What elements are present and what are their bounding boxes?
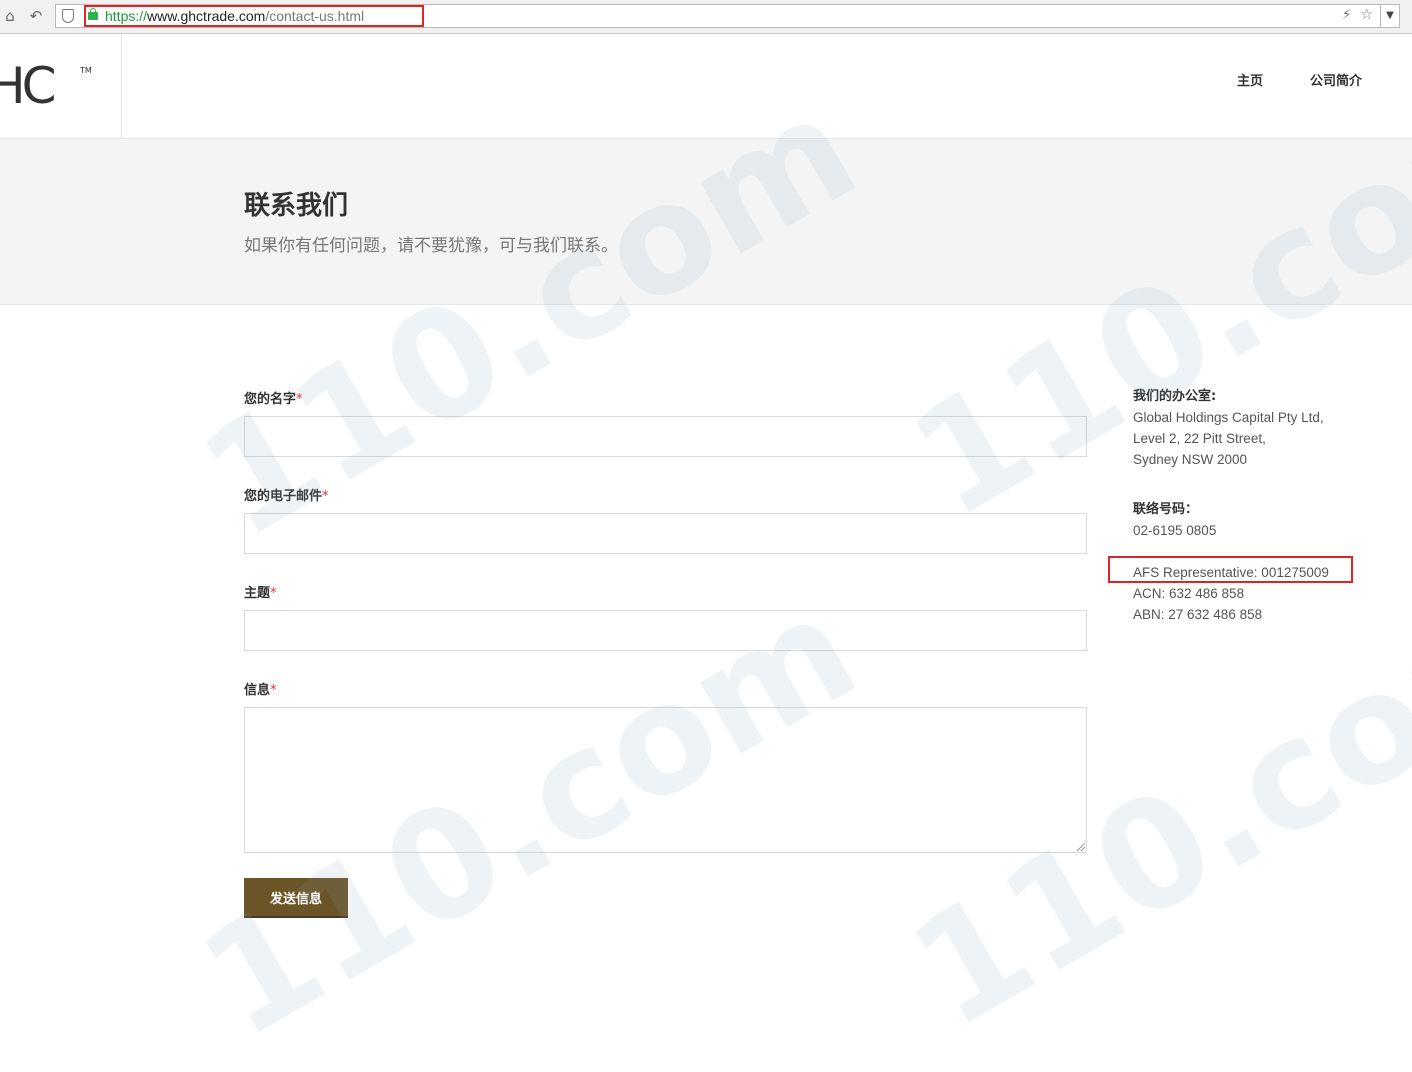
dropdown-arrow-icon[interactable]: ▼ bbox=[1380, 5, 1399, 27]
logo-trademark: TM bbox=[80, 66, 92, 75]
page-hero: 联系我们 如果你有任何问题，请不要犹豫，可与我们联系。 bbox=[0, 139, 1412, 305]
abn-number: ABN: 27 632 486 858 bbox=[1133, 607, 1263, 622]
send-message-button[interactable]: 发送信息 bbox=[244, 878, 348, 918]
name-label: 您的名字* bbox=[244, 392, 303, 407]
afs-highlight-box bbox=[1108, 556, 1353, 583]
message-textarea[interactable] bbox=[244, 707, 1087, 853]
home-icon[interactable]: ⌂ bbox=[2, 8, 18, 24]
address-line: Global Holdings Capital Pty Ltd, bbox=[1133, 410, 1324, 425]
back-icon[interactable]: ↶ bbox=[28, 8, 44, 24]
office-heading: 我们的办公室: bbox=[1133, 389, 1217, 404]
email-input[interactable] bbox=[244, 513, 1087, 554]
address-line: Sydney NSW 2000 bbox=[1133, 452, 1248, 467]
phone-heading: 联络号码： bbox=[1133, 502, 1199, 517]
address-line: Level 2, 22 Pitt Street, bbox=[1133, 431, 1266, 446]
site-header: HC TM 主页 公司简介 bbox=[0, 34, 1412, 139]
browser-toolbar: ⌂ ↶ https://www.ghctrade.com/contact-us.… bbox=[0, 0, 1412, 34]
phone-number: 02-6195 0805 bbox=[1133, 523, 1217, 538]
logo-text: HC bbox=[0, 57, 56, 115]
nav-item-home[interactable]: 主页 bbox=[1237, 70, 1263, 89]
name-input[interactable] bbox=[244, 416, 1087, 457]
nav-item-about[interactable]: 公司简介 bbox=[1310, 70, 1362, 89]
star-icon[interactable]: ☆ bbox=[1360, 7, 1373, 23]
url-highlight-box bbox=[84, 5, 424, 27]
shield-icon bbox=[62, 9, 74, 23]
page-subtitle: 如果你有任何问题，请不要犹豫，可与我们联系。 bbox=[244, 236, 618, 256]
resize-handle[interactable] bbox=[1077, 843, 1085, 851]
email-label: 您的电子邮件* bbox=[244, 489, 329, 504]
office-info: 我们的办公室: Global Holdings Capital Pty Ltd,… bbox=[1133, 386, 1329, 625]
address-bar[interactable]: https://www.ghctrade.com/contact-us.html… bbox=[55, 4, 1400, 28]
page-title: 联系我们 bbox=[244, 191, 349, 221]
subject-input[interactable] bbox=[244, 610, 1087, 651]
acn-number: ACN: 632 486 858 bbox=[1133, 586, 1245, 601]
logo[interactable]: HC TM bbox=[0, 34, 122, 138]
lightning-icon[interactable]: ⚡ bbox=[1342, 7, 1352, 23]
message-label: 信息* bbox=[244, 683, 277, 698]
subject-label: 主题* bbox=[244, 586, 277, 601]
address-bar-icons: ⚡ ☆ bbox=[1342, 7, 1373, 23]
